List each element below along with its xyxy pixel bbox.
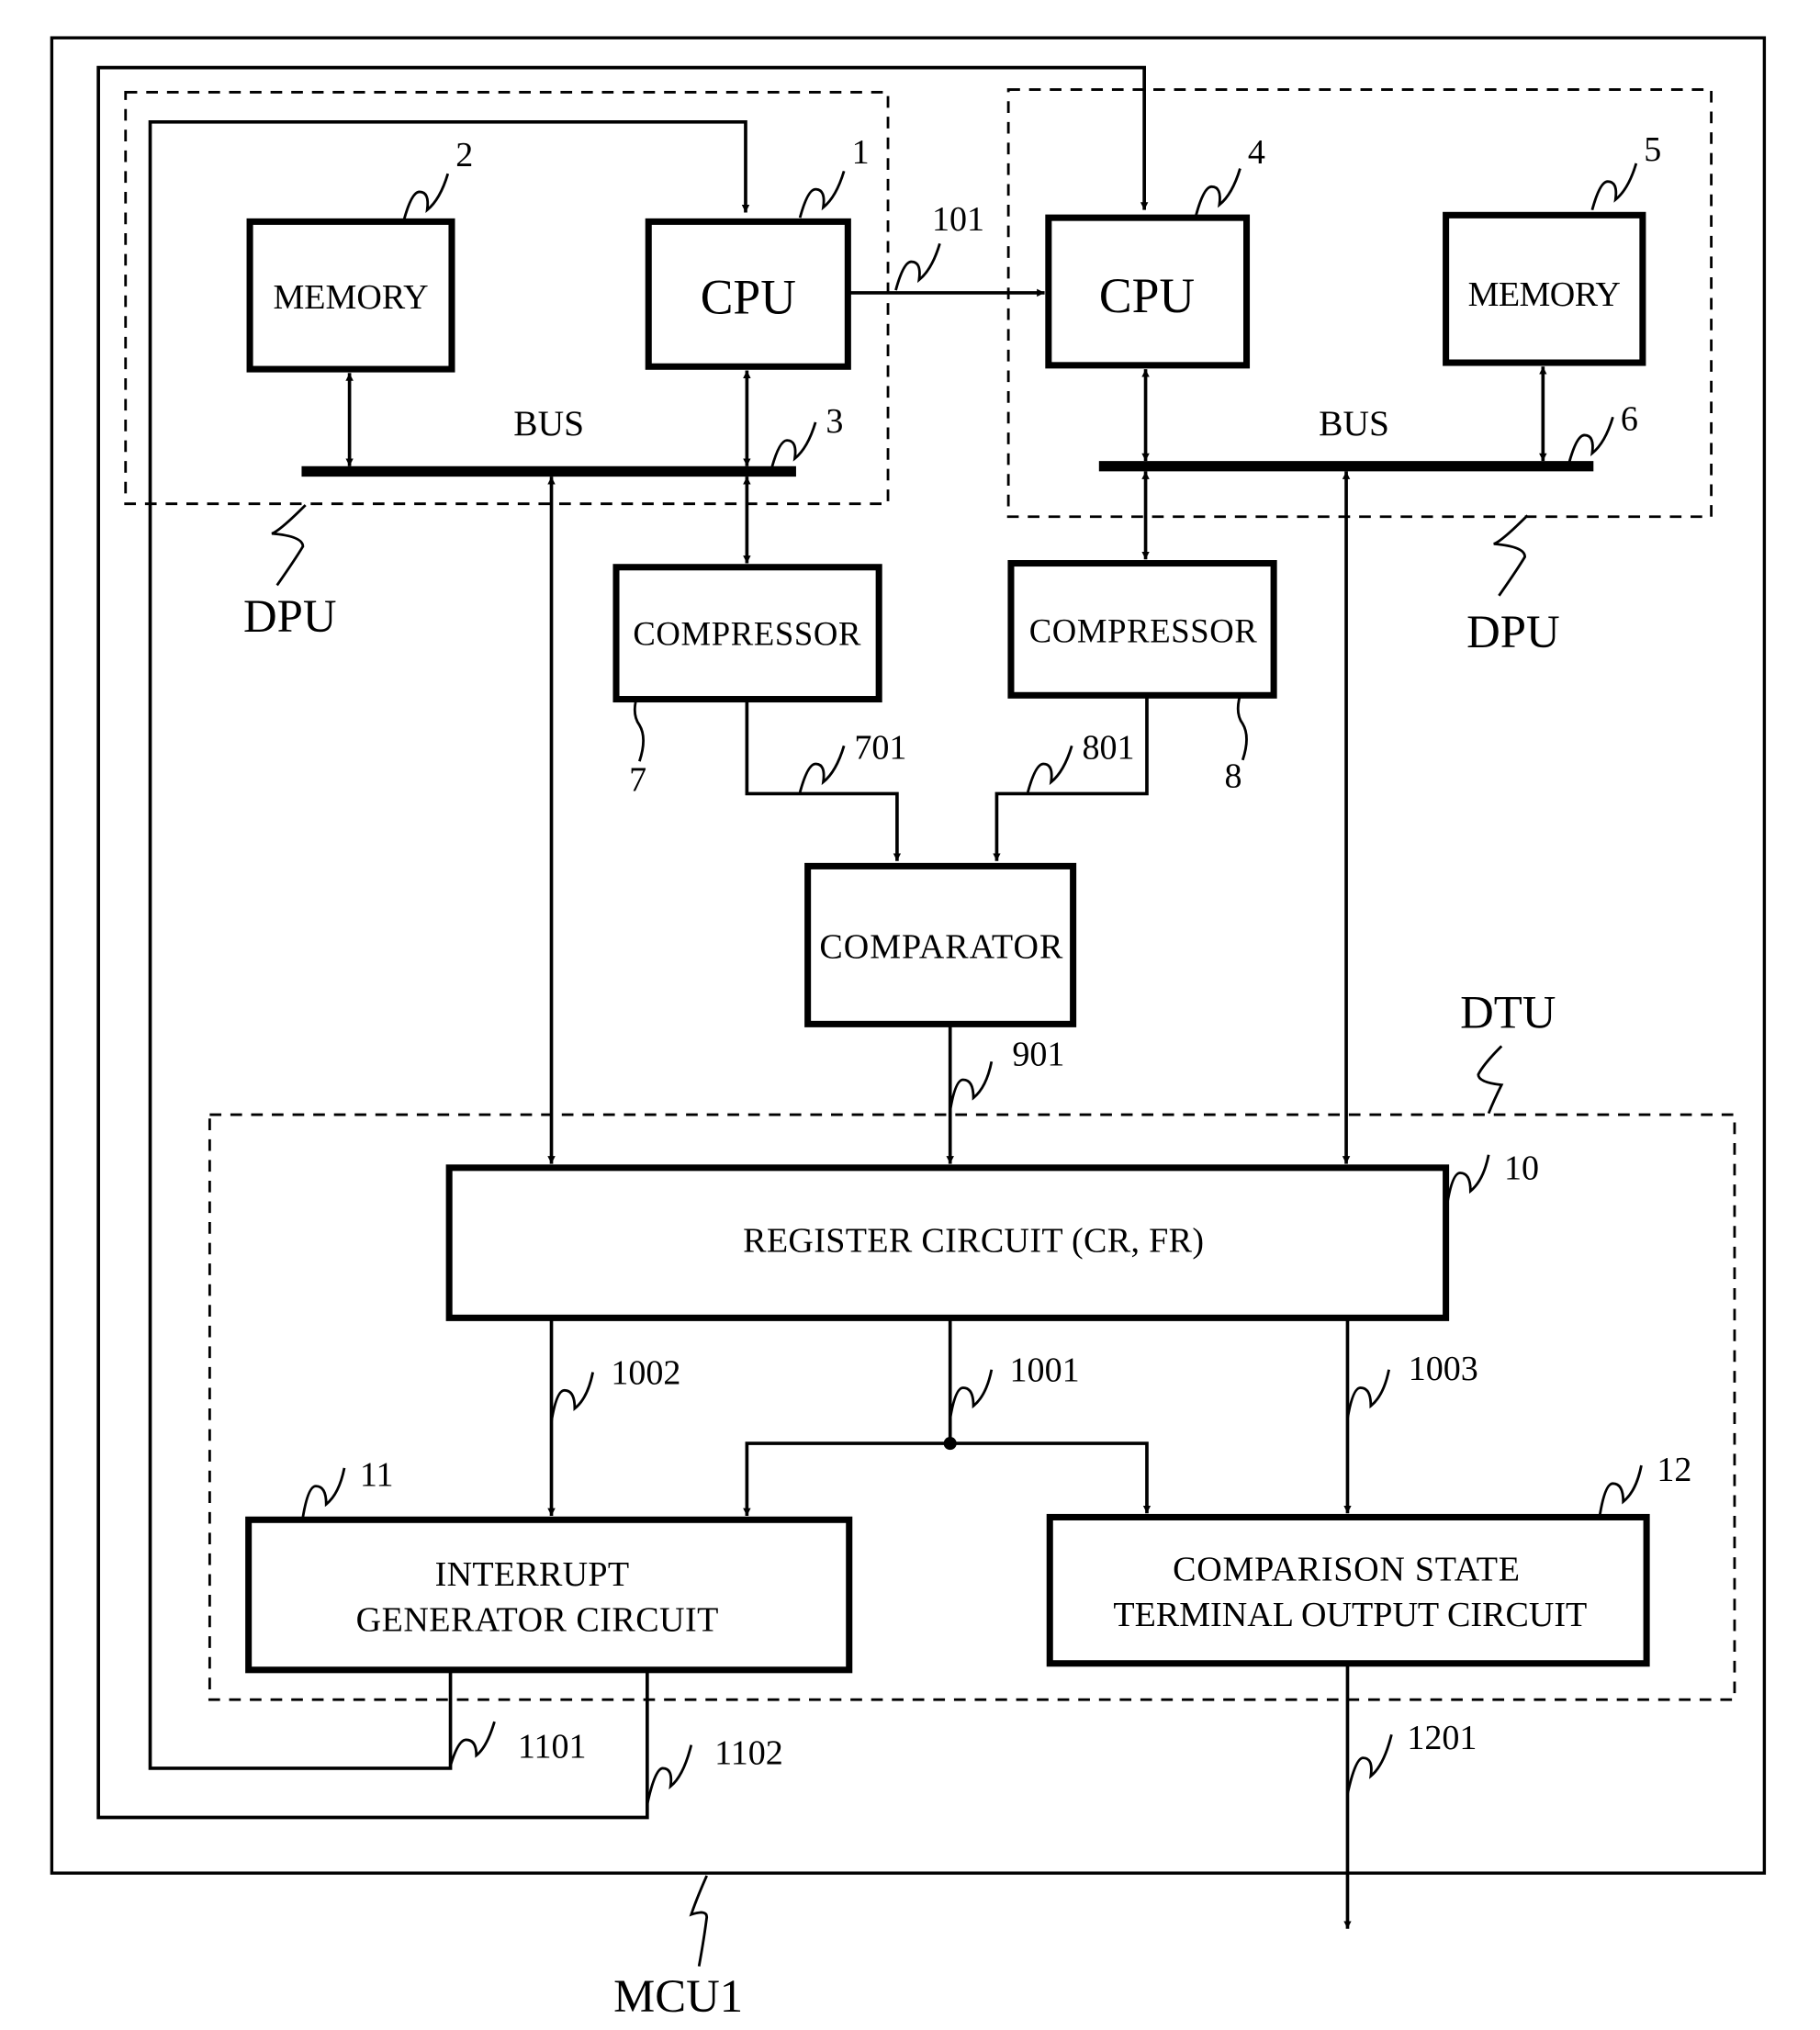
ref-2: 2 (455, 136, 473, 174)
signal-line-801 (993, 695, 1149, 861)
ref-8: 8 (1225, 757, 1242, 795)
svg-text:INTERRUPT: INTERRUPT (435, 1555, 629, 1594)
compressor-block-7: COMPRESSOR (612, 564, 882, 703)
ref-801: 801 (1082, 728, 1134, 767)
svg-text:COMPARISON STATE: COMPARISON STATE (1173, 1551, 1520, 1589)
ref-1001: 1001 (1010, 1351, 1080, 1389)
cpu-block-1: CPU (645, 218, 851, 370)
ref-7: 7 (629, 761, 646, 800)
ref-10: 10 (1504, 1150, 1539, 1188)
svg-text:MEMORY: MEMORY (1468, 275, 1621, 314)
ref-11: 11 (360, 1456, 394, 1495)
mcu-label: MCU1 (613, 1970, 743, 2022)
svg-text:REGISTER CIRCUIT (CR, FR): REGISTER CIRCUIT (CR, FR) (743, 1221, 1204, 1260)
svg-text:COMPRESSOR: COMPRESSOR (1029, 612, 1258, 650)
cpu-block-4: CPU (1045, 214, 1251, 369)
signal-line-701 (745, 699, 902, 861)
bus-3-label: BUS (513, 403, 584, 443)
ref-101: 101 (932, 200, 984, 239)
comparator-block: COMPARATOR (804, 862, 1077, 1027)
bus-6-label: BUS (1319, 403, 1389, 443)
svg-text:CPU: CPU (701, 269, 796, 324)
block-diagram: marker path { fill:#000; } MEMORY CPU CP… (50, 36, 1767, 2022)
svg-text:COMPARATOR: COMPARATOR (819, 927, 1063, 966)
dpu-right-label: DPU (1466, 606, 1560, 657)
ref-1: 1 (852, 133, 870, 172)
svg-text:CPU: CPU (1099, 268, 1195, 323)
ref-1101: 1101 (518, 1728, 587, 1766)
dpu-left-label: DPU (243, 590, 336, 642)
comparison-state-output-block-12: COMPARISON STATE TERMINAL OUTPUT CIRCUIT (1046, 1513, 1650, 1667)
svg-text:COMPRESSOR: COMPRESSOR (633, 614, 861, 652)
svg-text:MEMORY: MEMORY (273, 278, 428, 317)
memory-block-5: MEMORY (1443, 211, 1646, 366)
signal-line-1001-left (743, 1441, 950, 1517)
ref-12: 12 (1657, 1451, 1691, 1489)
ref-5: 5 (1644, 130, 1661, 169)
ref-3: 3 (826, 402, 843, 441)
memory-block-2: MEMORY (246, 218, 455, 373)
leader-squiggles (271, 163, 1643, 1967)
svg-text:GENERATOR CIRCUIT: GENERATOR CIRCUIT (356, 1601, 719, 1640)
ref-4: 4 (1248, 133, 1265, 172)
ref-6: 6 (1621, 399, 1638, 438)
dtu-label: DTU (1460, 987, 1556, 1038)
interrupt-generator-block-11: INTERRUPT GENERATOR CIRCUIT (245, 1516, 853, 1674)
ref-701: 701 (854, 728, 906, 767)
signal-line-1001-right (949, 1441, 1152, 1514)
svg-text:TERMINAL OUTPUT CIRCUIT: TERMINAL OUTPUT CIRCUIT (1113, 1596, 1587, 1634)
ref-1102: 1102 (714, 1734, 783, 1773)
ref-1003: 1003 (1409, 1350, 1478, 1388)
compressor-block-8: COMPRESSOR (1007, 560, 1277, 699)
register-circuit-block-10: REGISTER CIRCUIT (CR, FR) (445, 1164, 1450, 1321)
ref-901: 901 (1012, 1035, 1064, 1073)
ref-1002: 1002 (611, 1353, 680, 1392)
ref-1201: 1201 (1407, 1719, 1477, 1757)
